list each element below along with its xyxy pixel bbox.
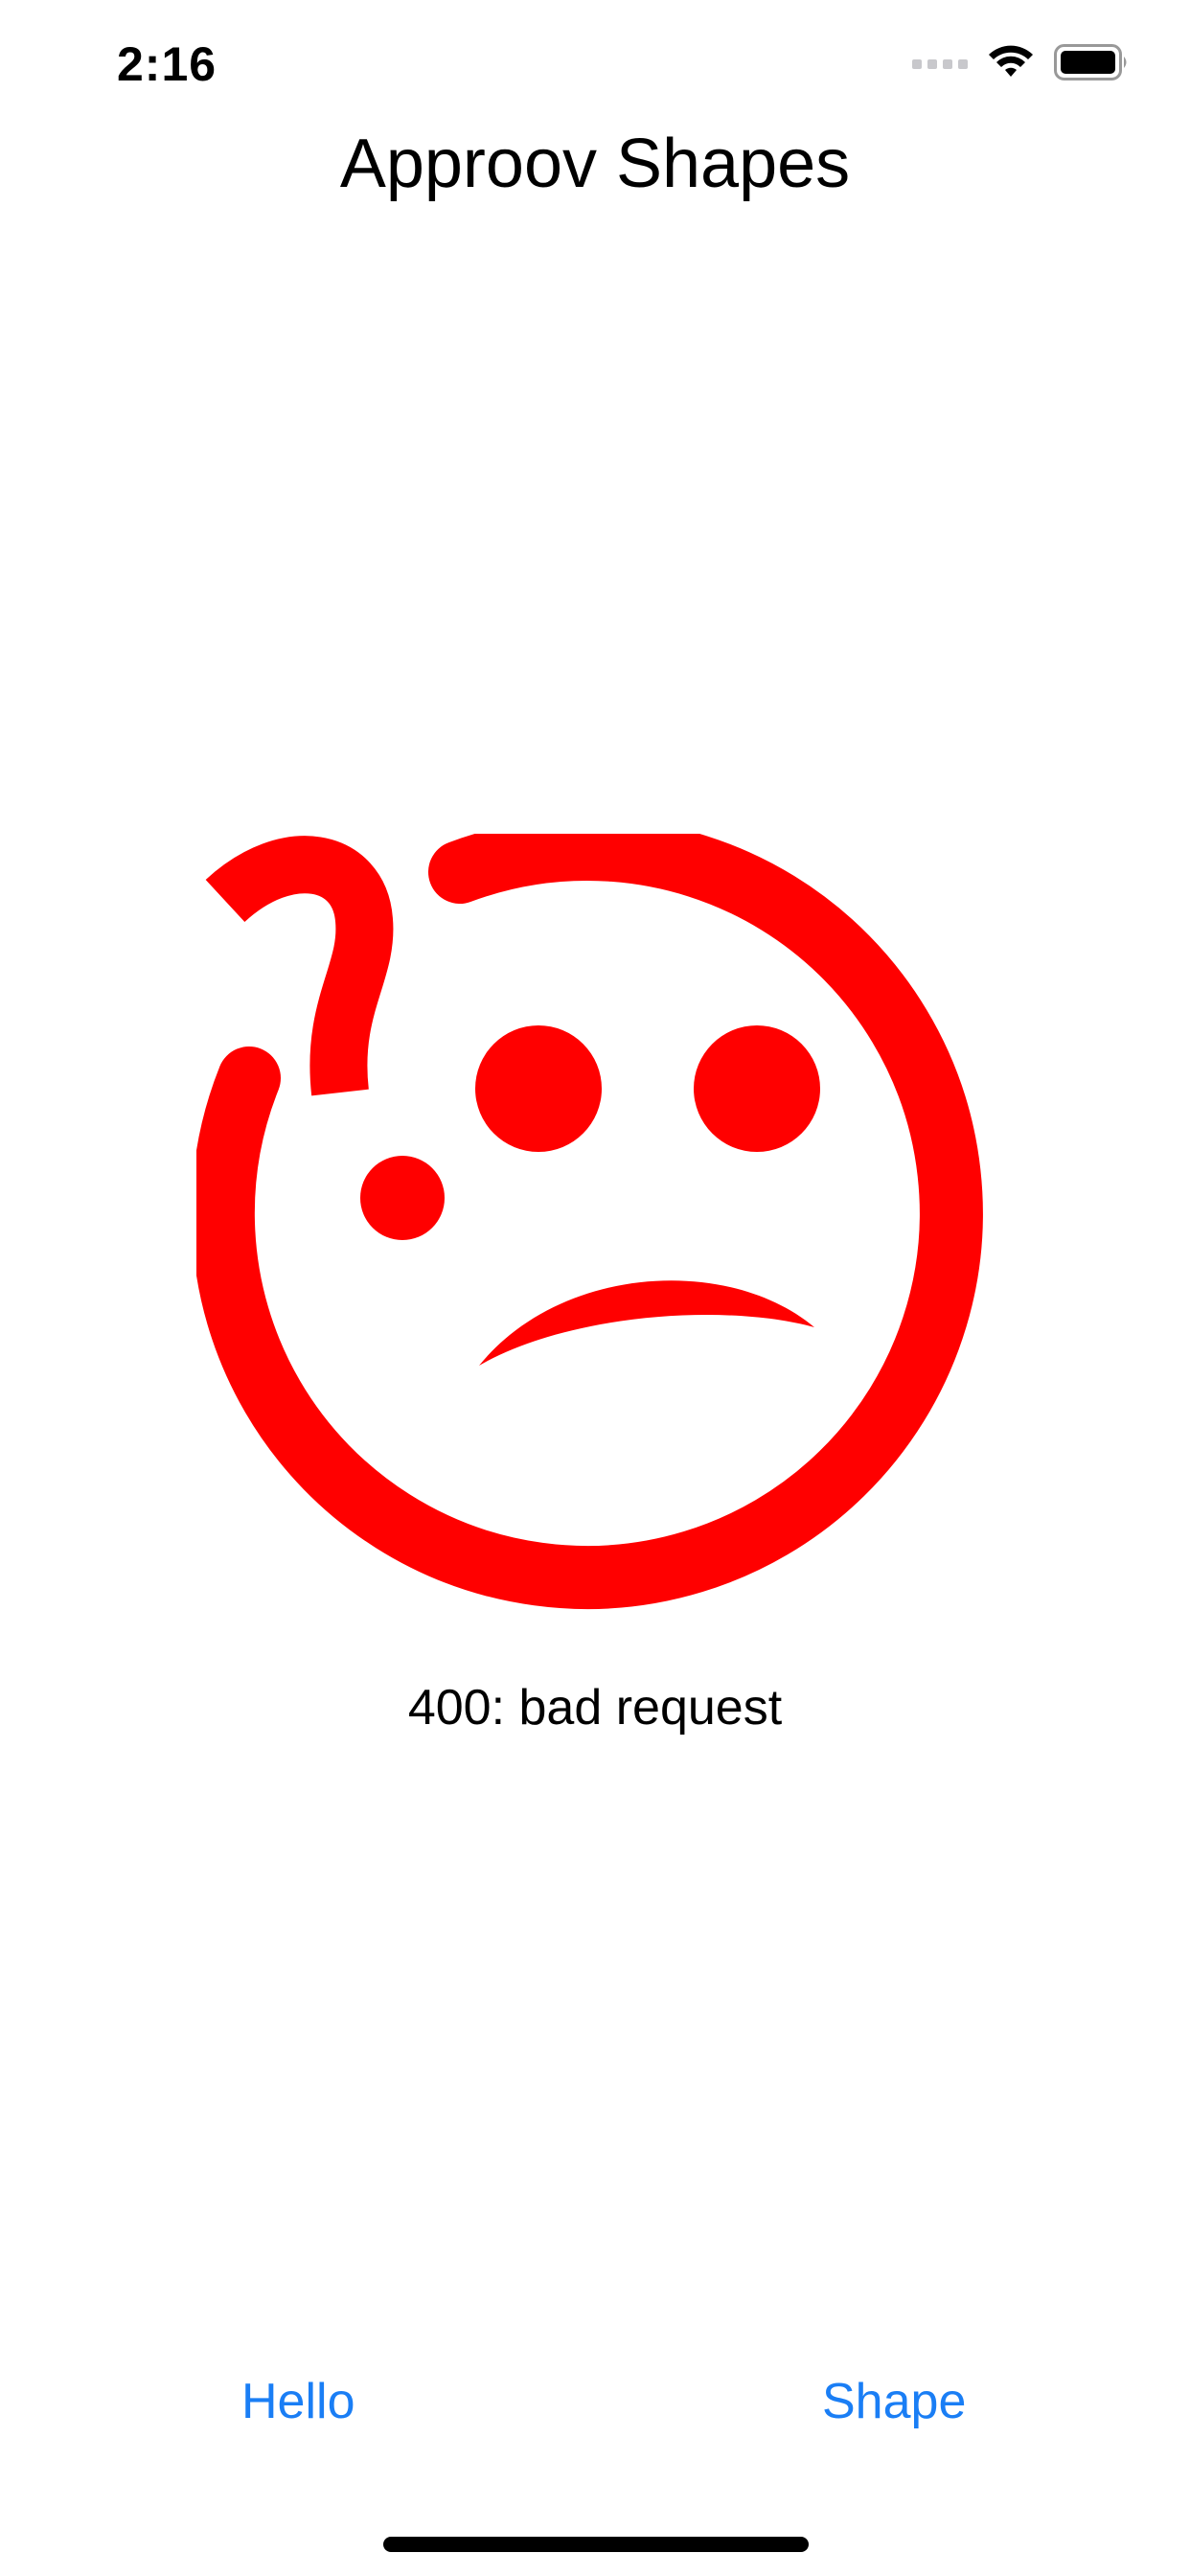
- signal-icon: [912, 59, 968, 69]
- battery-icon: [1054, 44, 1127, 80]
- status-icons: [912, 44, 1131, 80]
- status-bar: 2:16: [0, 0, 1190, 126]
- status-time: 2:16: [117, 37, 217, 91]
- wifi-icon: [989, 45, 1033, 77]
- home-indicator[interactable]: [383, 2537, 809, 2552]
- hello-button[interactable]: Hello: [241, 2373, 355, 2430]
- status-message: 400: bad request: [407, 1680, 783, 1736]
- confused-sad-face-icon: [196, 834, 983, 1610]
- shape-button[interactable]: Shape: [822, 2373, 966, 2430]
- page-title: Approov Shapes: [339, 126, 851, 202]
